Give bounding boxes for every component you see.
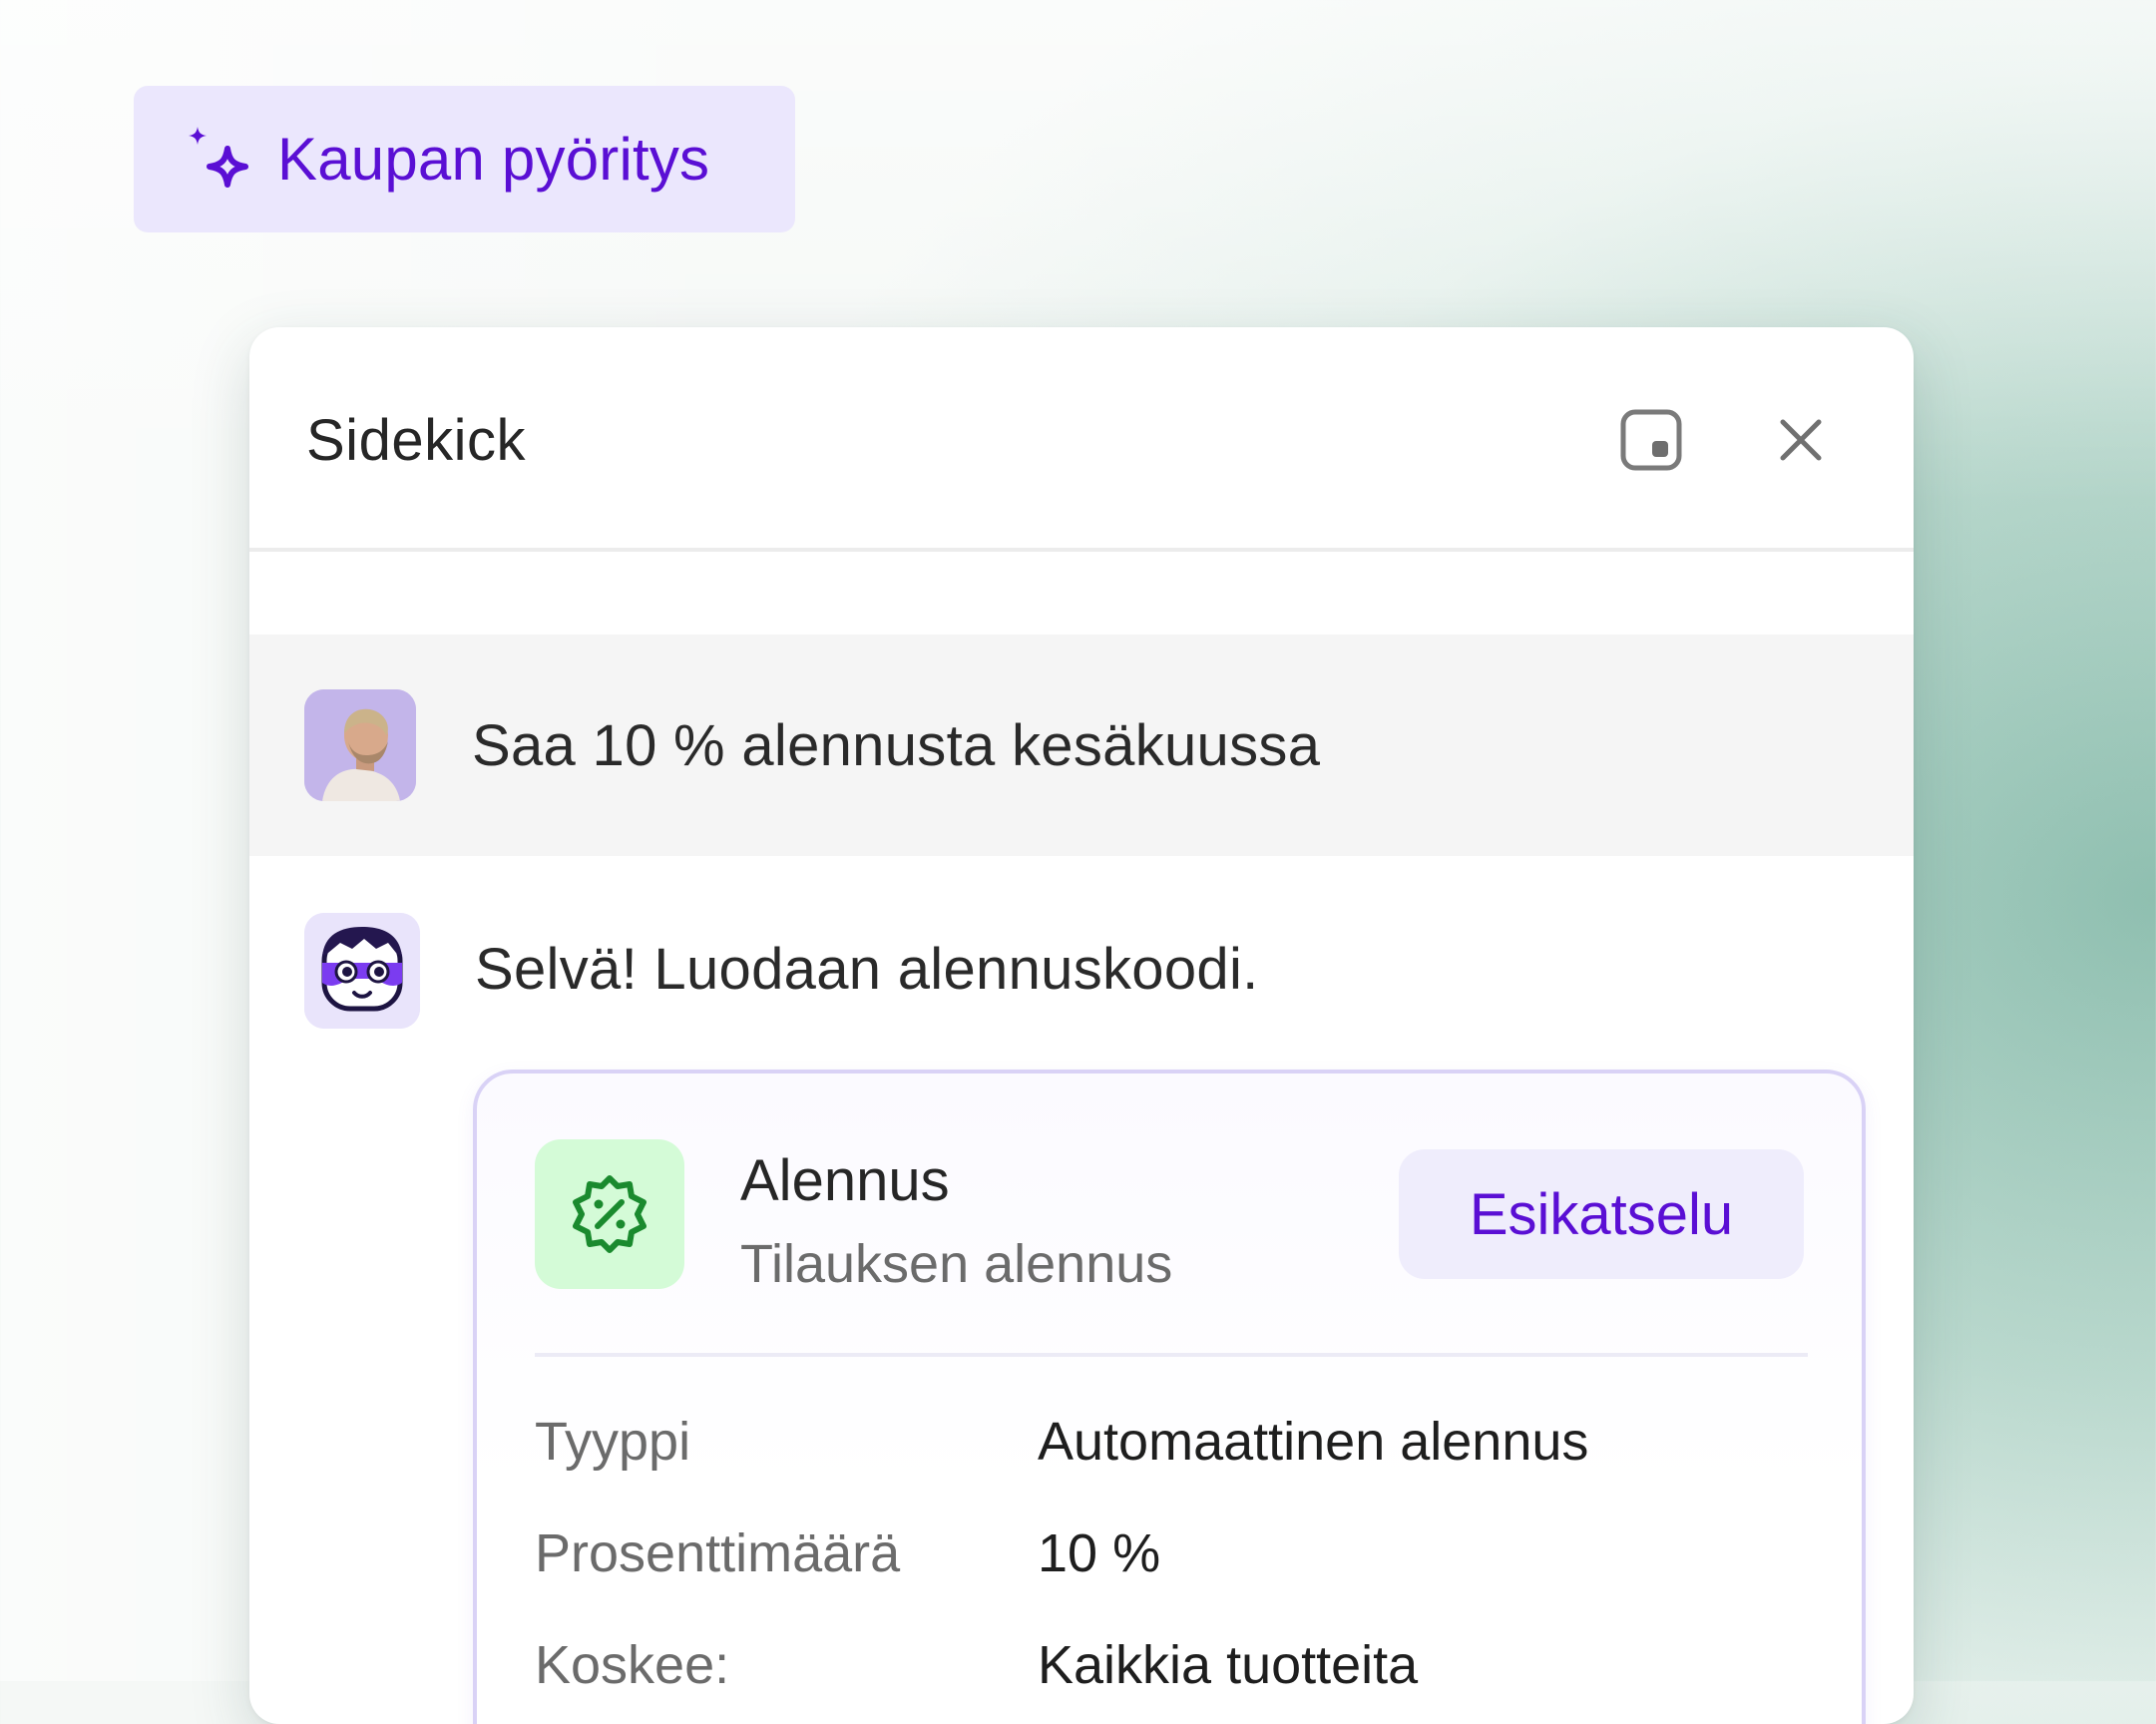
chip-label: Kaupan pyöritys (277, 126, 710, 193)
assistant-message-text: Selvä! Luodaan alennuskoodi. (475, 937, 1259, 1002)
user-avatar (304, 689, 416, 801)
detail-row-percentage: Prosenttimäärä 10 % (535, 1522, 1808, 1592)
store-management-chip[interactable]: Kaupan pyöritys (134, 86, 795, 232)
discount-badge-icon (535, 1139, 684, 1289)
card-divider (535, 1353, 1808, 1357)
detail-label: Prosenttimäärä (535, 1523, 901, 1583)
detail-value: Automaattinen alennus (1038, 1412, 1589, 1472)
sparkles-icon (184, 123, 257, 197)
panel-header: Sidekick (249, 327, 1914, 552)
detail-value: 10 % (1038, 1523, 1161, 1583)
detail-row-type: Tyyppi Automaattinen alennus (535, 1411, 1808, 1481)
picture-in-picture-icon (1619, 408, 1683, 477)
sidekick-panel: Sidekick Saa 10 % alennusta kesäkuussa S… (249, 327, 1914, 1724)
picture-in-picture-button[interactable] (1616, 407, 1686, 477)
close-button[interactable] (1766, 407, 1836, 477)
preview-button[interactable]: Esikatselu (1399, 1149, 1804, 1279)
detail-label: Tyyppi (535, 1412, 691, 1472)
close-icon (1777, 416, 1825, 469)
panel-title: Sidekick (306, 408, 526, 473)
assistant-message: Selvä! Luodaan alennuskoodi. Alennus Til… (249, 856, 1914, 1724)
user-message: Saa 10 % alennusta kesäkuussa (249, 635, 1914, 856)
discount-subtitle: Tilauksen alennus (740, 1234, 1173, 1294)
discount-title: Alennus (740, 1148, 950, 1213)
user-message-text: Saa 10 % alennusta kesäkuussa (472, 713, 1321, 778)
discount-card: Alennus Tilauksen alennus Esikatselu Tyy… (473, 1070, 1866, 1724)
detail-value: Kaikkia tuotteita (1038, 1635, 1419, 1695)
detail-label: Koskee: (535, 1635, 730, 1695)
sidekick-bot-avatar (304, 913, 420, 1029)
detail-row-applies-to: Koskee: Kaikkia tuotteita (535, 1634, 1808, 1704)
